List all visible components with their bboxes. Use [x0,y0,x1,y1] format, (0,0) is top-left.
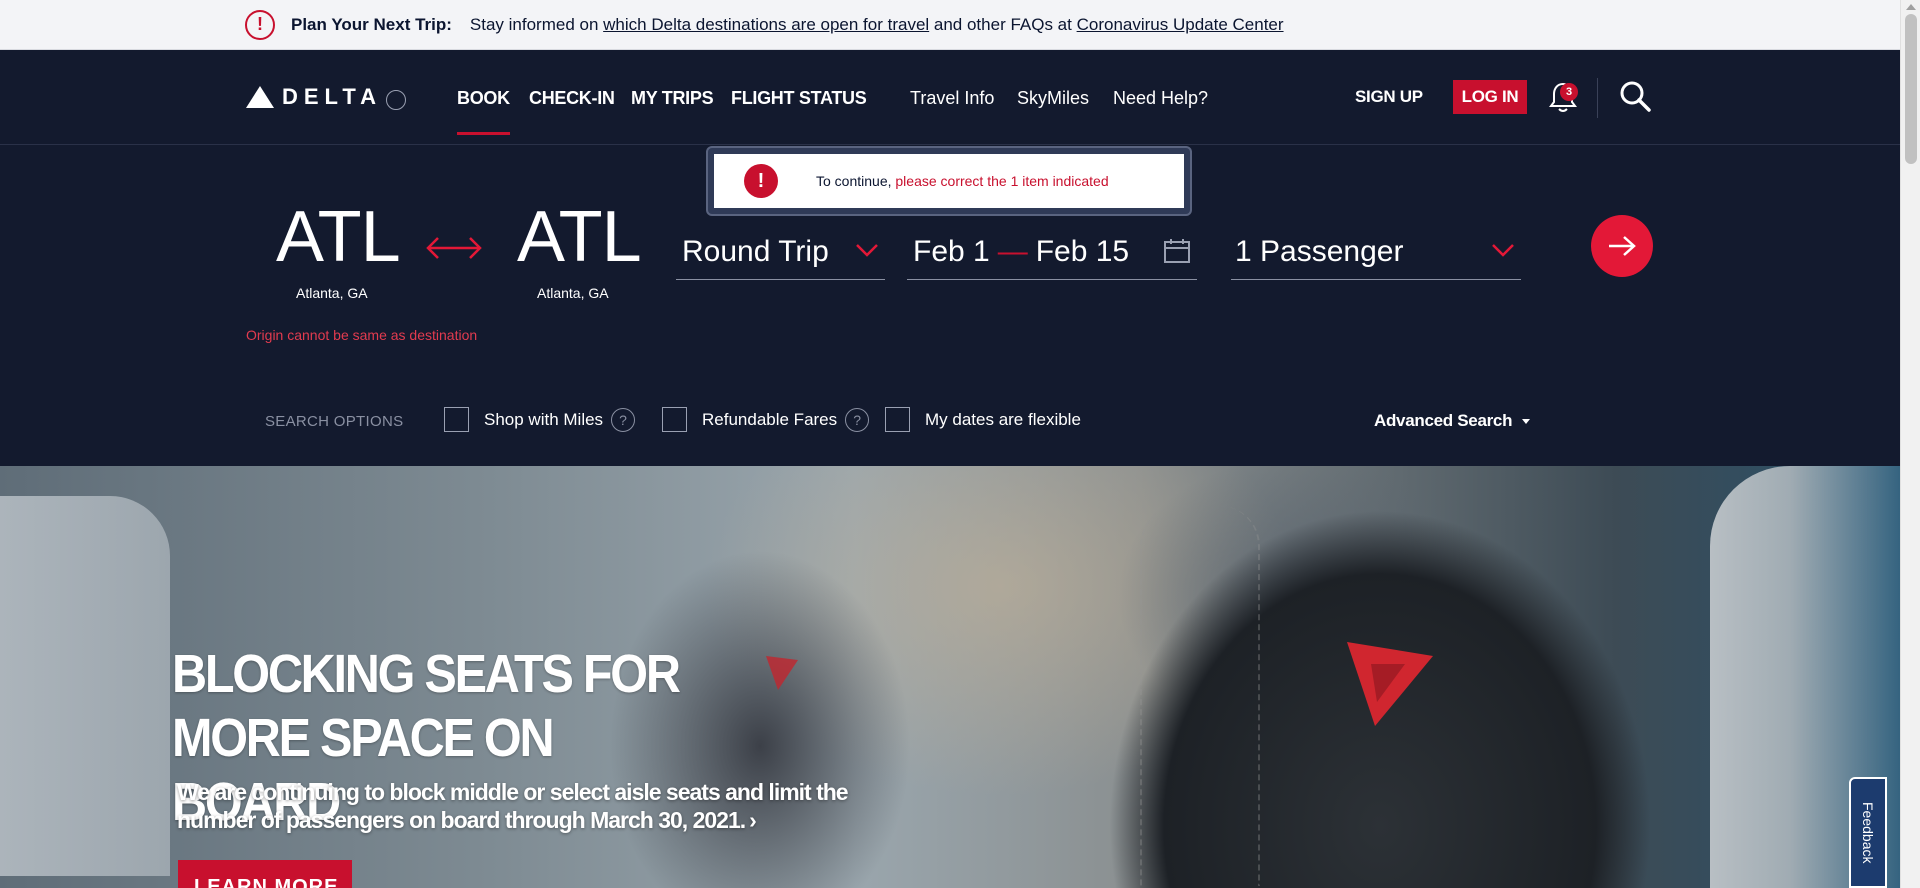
error-exclamation-icon: ! [744,164,778,198]
help-icon[interactable]: ? [611,407,636,432]
advanced-search-toggle[interactable]: Advanced Search [1374,411,1531,431]
search-options-label: SEARCH OPTIONS [265,413,404,430]
arrow-right-icon [1609,236,1636,256]
origin-destination-error: Origin cannot be same as destination [246,327,478,343]
nav-need-help[interactable]: Need Help? [1113,88,1208,109]
alert-title: Plan Your Next Trip: [291,14,452,34]
trip-type-select[interactable]: Round Trip [676,224,885,280]
submit-search-button[interactable] [1591,215,1653,277]
delta-widget-icon [246,86,274,108]
shop-with-miles-option[interactable]: Shop with Miles ? [444,407,636,432]
nav-skymiles[interactable]: SkyMiles [1017,88,1089,109]
origin-city: Atlanta, GA [296,285,368,301]
feedback-label: Feedback [1860,801,1876,864]
coronavirus-update-center-link[interactable]: Coronavirus Update Center [1077,15,1284,35]
feedback-tab[interactable]: Feedback [1849,777,1887,888]
refundable-fares-label: Refundable Fares [702,409,838,429]
hero-subtitle-line1: We are continuing to block middle or sel… [177,779,849,805]
error-popup-prefix: To continue, [816,173,896,189]
flexible-dates-checkbox[interactable] [885,407,910,432]
passenger-select[interactable]: 1 Passenger [1231,224,1521,280]
page-scrollbar[interactable] [1900,0,1920,888]
hero-subtitle-line2-text: number of passengers on board through Ma… [177,807,746,833]
destination-airport-code[interactable]: ATL [517,196,642,278]
nav-check-in[interactable]: CHECK-IN [529,88,615,109]
origin-airport-code[interactable]: ATL [276,196,401,278]
trip-type-value: Round Trip [682,234,829,268]
alert-exclamation-icon: ! [245,9,275,40]
log-in-button[interactable]: LOG IN [1453,80,1527,114]
hero-title-line1: BLOCKING SEATS FOR [172,644,681,704]
chevron-down-icon [856,244,878,257]
hero-seat-stitching [1140,506,1260,886]
sign-up-link[interactable]: SIGN UP [1355,87,1423,107]
nav-travel-info[interactable]: Travel Info [910,88,994,109]
logo-text: DELTA [282,84,383,109]
flexible-dates-label: My dates are flexible [925,409,1081,429]
destinations-open-link[interactable]: which Delta destinations are open for tr… [603,15,929,35]
calendar-icon[interactable] [1163,238,1191,264]
scrollbar-thumb[interactable] [1905,14,1917,164]
depart-date: Feb 1 [913,234,990,268]
delta-logo[interactable]: DELTA [246,84,407,110]
notification-count-badge: 3 [1560,83,1578,101]
chevron-down-icon [1492,244,1514,257]
refundable-fares-checkbox[interactable] [662,407,687,432]
advanced-search-label: Advanced Search [1374,411,1513,430]
hero-subtitle-line2: number of passengers on board through Ma… [177,806,857,834]
nav-flight-status[interactable]: FLIGHT STATUS [731,88,867,109]
date-range-dash: — [997,234,1028,268]
delta-widget-icon [1347,642,1433,726]
return-date: Feb 15 [1035,234,1130,268]
error-popup-highlight[interactable]: please correct the 1 item indicated [895,173,1108,189]
help-icon[interactable]: ? [845,407,870,432]
delta-widget-icon [766,656,798,690]
passenger-count: 1 Passenger [1235,234,1404,268]
scroll-up-arrow-icon[interactable] [1906,4,1916,10]
header-divider [1597,78,1598,118]
refundable-fares-option[interactable]: Refundable Fares ? [662,407,870,432]
chevron-right-icon: › [749,807,757,833]
shop-with-miles-label: Shop with Miles [484,409,604,429]
validation-error-popup: ! To continue, please correct the 1 item… [708,148,1190,214]
nav-my-trips[interactable]: MY TRIPS [631,88,714,109]
alert-text-middle: and other FAQs at [929,14,1077,34]
error-popup-text: To continue, please correct the 1 item i… [816,173,1109,189]
main-header: DELTA BOOK CHECK-IN MY TRIPS FLIGHT STAT… [0,50,1900,145]
hero-seat-left [0,496,170,876]
swap-airports-icon[interactable] [424,232,484,264]
hero-subtitle[interactable]: We are continuing to block middle or sel… [177,778,857,834]
search-icon[interactable] [1618,79,1652,113]
alert-text-before: Stay informed on [469,14,604,34]
flexible-dates-option[interactable]: My dates are flexible [885,407,1081,432]
nav-book[interactable]: BOOK [457,88,510,135]
shop-with-miles-checkbox[interactable] [444,407,469,432]
destination-city: Atlanta, GA [537,285,609,301]
date-picker-field[interactable]: Feb 1 — Feb 15 [907,224,1197,280]
skyteam-globe-icon [386,90,407,110]
learn-more-button[interactable]: LEARN MORE [178,860,352,888]
hero-banner: BLOCKING SEATS FOR MORE SPACE ON BOARD W… [0,466,1900,888]
alert-bar: ! Plan Your Next Trip: Stay informed on … [0,0,1900,50]
caret-down-icon [1522,418,1531,424]
